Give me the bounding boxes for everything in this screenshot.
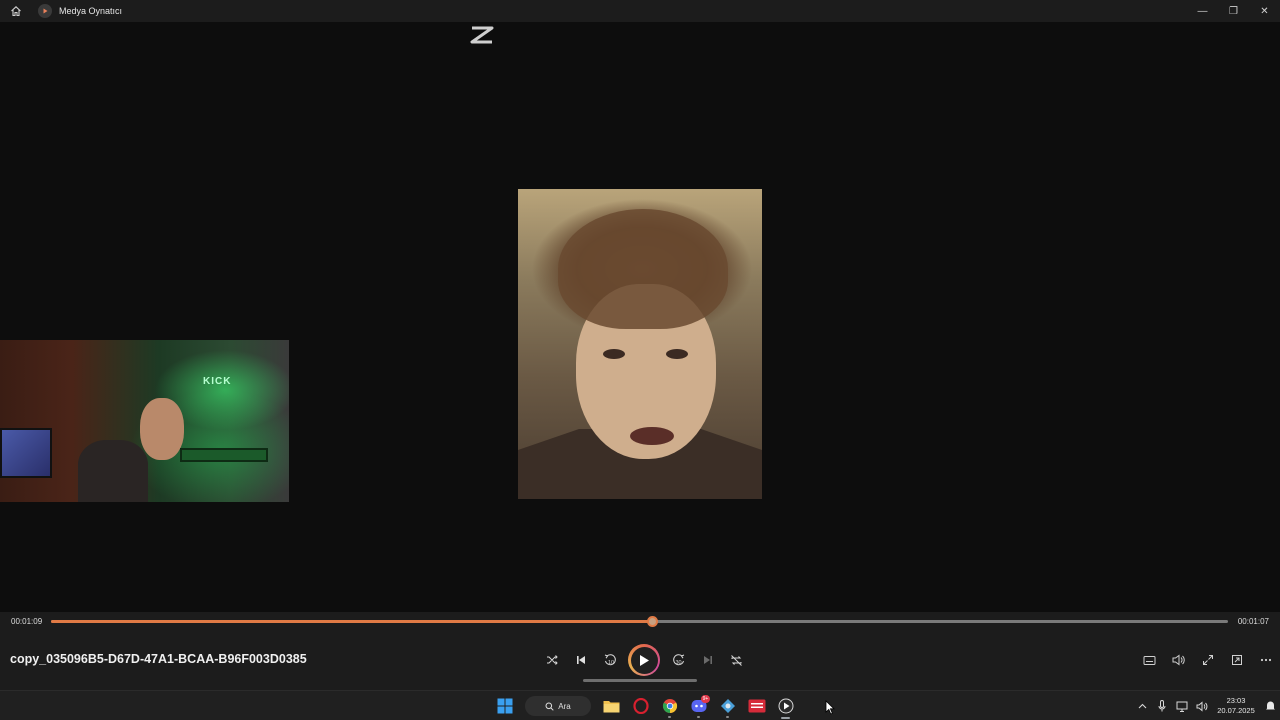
- network-app-icon: [720, 699, 735, 713]
- skip-back-button[interactable]: 10: [595, 646, 624, 674]
- show-hidden-icons-button[interactable]: [1132, 691, 1152, 720]
- folder-icon: [603, 701, 620, 713]
- chevron-up-icon: [1138, 703, 1146, 709]
- volume-icon: [1172, 654, 1185, 666]
- taskbar-file-explorer[interactable]: [597, 691, 626, 720]
- fullscreen-icon: [1202, 655, 1213, 665]
- taskbar-app-network[interactable]: [713, 691, 742, 720]
- search-icon: [545, 702, 554, 711]
- video-surface[interactable]: KICK: [0, 22, 1280, 612]
- next-button[interactable]: [693, 646, 722, 674]
- clock-date: 20.07.2025: [1217, 706, 1255, 715]
- play-icon: [640, 654, 649, 666]
- search-label: Ara: [558, 701, 571, 711]
- player-controls-panel: 00:01:09 00:01:07 copy_035096B5-D67D-47A…: [0, 612, 1280, 690]
- seek-bar-progress: [51, 620, 653, 623]
- previous-button[interactable]: [566, 646, 595, 674]
- notification-center-button[interactable]: [1260, 691, 1280, 720]
- close-button[interactable]: ✕: [1249, 0, 1280, 22]
- media-player-app-icon: [38, 4, 52, 18]
- title-bar: Medya Oynatıcı — ❐ ✕: [0, 0, 1280, 22]
- video-frame-streamer-room: KICK: [0, 340, 289, 502]
- current-time: 00:01:09: [11, 617, 43, 626]
- more-options-icon: [1260, 658, 1271, 662]
- taskbar-discord[interactable]: 9+: [684, 691, 713, 720]
- network-icon: [1176, 701, 1188, 712]
- total-time: 00:01:07: [1237, 617, 1269, 626]
- home-icon: [11, 6, 21, 17]
- svg-text:30: 30: [675, 660, 681, 666]
- windows-taskbar: Ara 9+ 23:03 20.07.2025: [0, 690, 1280, 720]
- skip-back-10-icon: 10: [604, 654, 616, 666]
- subtitles-icon: [1143, 655, 1156, 665]
- seek-bar[interactable]: [51, 616, 1228, 627]
- file-name: copy_035096B5-D67D-47A1-BCAA-B96F003D038…: [10, 652, 307, 666]
- skip-forward-button[interactable]: 30: [664, 646, 693, 674]
- next-icon: [703, 656, 712, 664]
- media-player-icon: [778, 698, 793, 714]
- taskbar-opera[interactable]: [626, 691, 655, 720]
- window-title: Medya Oynatıcı: [59, 6, 123, 16]
- volume-button[interactable]: [1164, 646, 1193, 674]
- repeat-button[interactable]: [722, 646, 751, 674]
- taskbar-chrome[interactable]: [655, 691, 684, 720]
- mini-player-button[interactable]: [1222, 646, 1251, 674]
- speaker-icon: [1196, 700, 1208, 712]
- shuffle-icon: [546, 655, 558, 665]
- volume-tray-button[interactable]: [1192, 691, 1212, 720]
- shuffle-button[interactable]: [537, 646, 566, 674]
- network-button[interactable]: [1172, 691, 1192, 720]
- windows-logo-icon: [497, 698, 512, 714]
- svg-text:10: 10: [608, 660, 614, 666]
- capcut-logo-icon: [470, 26, 494, 44]
- clock-time: 23:03: [1226, 696, 1246, 705]
- previous-icon: [576, 656, 585, 664]
- taskbar-search[interactable]: Ara: [525, 696, 591, 716]
- seek-bar-thumb[interactable]: [647, 616, 659, 627]
- red-app-icon: [748, 699, 765, 713]
- video-frame-face: [518, 189, 762, 499]
- mouse-cursor-icon: [825, 700, 835, 715]
- repeat-off-icon: [731, 654, 742, 666]
- maximize-button[interactable]: ❐: [1218, 0, 1249, 22]
- mini-player-icon: [1231, 655, 1242, 665]
- skip-forward-30-icon: 30: [672, 654, 684, 666]
- home-button[interactable]: [0, 0, 32, 22]
- microphone-button[interactable]: [1152, 691, 1172, 720]
- discord-notification-badge: 9+: [701, 695, 710, 703]
- microphone-icon: [1158, 700, 1166, 712]
- minimize-button[interactable]: —: [1187, 0, 1218, 22]
- play-button[interactable]: [628, 644, 660, 676]
- taskbar-media-player[interactable]: [771, 691, 800, 720]
- neon-sign: KICK: [203, 376, 232, 387]
- clock[interactable]: 23:03 20.07.2025: [1212, 696, 1260, 716]
- fullscreen-button[interactable]: [1193, 646, 1222, 674]
- opera-icon: [632, 698, 649, 714]
- start-button[interactable]: [490, 691, 519, 720]
- more-options-button[interactable]: [1251, 646, 1280, 674]
- subtitles-button[interactable]: [1135, 646, 1164, 674]
- taskbar-app-red[interactable]: [742, 691, 771, 720]
- notification-bell-icon: [1265, 701, 1275, 711]
- chrome-icon: [662, 699, 677, 714]
- panel-drag-handle[interactable]: [583, 679, 697, 682]
